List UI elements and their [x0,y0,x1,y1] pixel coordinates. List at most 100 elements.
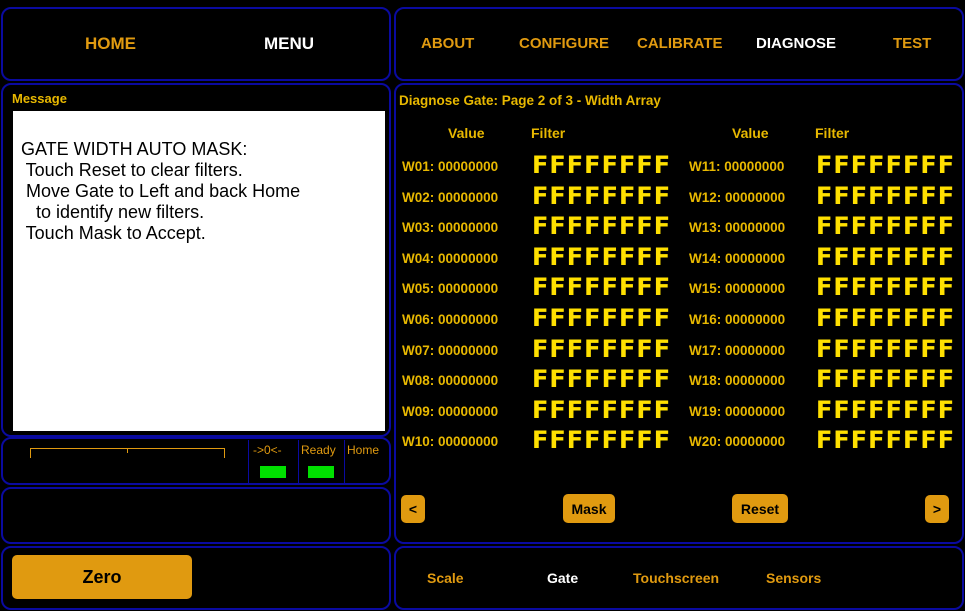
filter-value: FFFFFFFF [816,365,956,394]
width-value: W10: 00000000 [402,434,498,449]
tab-sensors[interactable]: Sensors [766,570,821,586]
width-label: W15: [689,281,722,297]
filter-value: FFFFFFFF [532,365,672,394]
width-reading: 00000000 [438,189,499,205]
tab-test[interactable]: TEST [893,35,931,52]
col-value-header: Value [732,125,769,141]
width-value: W12: 00000000 [689,190,785,205]
width-reading: 00000000 [438,434,499,450]
width-value: W13: 00000000 [689,220,785,235]
width-reading: 00000000 [725,312,786,327]
reset-button[interactable]: Reset [732,494,788,523]
width-value: W11: 00000000 [689,159,784,174]
position-scale-tick [127,448,128,453]
width-value: W04: 00000000 [402,251,498,266]
width-reading: 00000000 [438,250,499,266]
status-divider [344,440,345,484]
filter-value: FFFFFFFF [532,151,672,179]
diagnose-title: Diagnose Gate: Page 2 of 3 - Width Array [399,93,661,108]
tab-touchscreen[interactable]: Touchscreen [633,570,719,586]
filter-value: FFFFFFFF [816,304,956,332]
width-reading: 00000000 [725,189,786,205]
width-value: W05: 00000000 [402,281,498,296]
width-value: W02: 00000000 [402,190,498,205]
tab-calibrate[interactable]: CALIBRATE [637,35,723,52]
width-reading: 00000000 [725,342,786,358]
width-reading: 00000000 [438,403,499,419]
filter-value: FFFFFFFF [816,181,956,210]
tab-about[interactable]: ABOUT [421,35,474,52]
home-button[interactable]: HOME [85,34,136,54]
width-value: W01: 00000000 [402,159,498,174]
prev-page-button[interactable]: < [401,495,425,523]
filter-value: FFFFFFFF [532,304,672,332]
ready-indicator-led [308,466,334,478]
home-indicator-label: Home [347,443,380,457]
width-reading: 00000000 [438,312,499,327]
width-value: W08: 00000000 [402,373,498,388]
width-label: W09: [402,403,435,419]
width-label: W16: [689,312,722,327]
width-label: W02: [402,189,435,205]
col-filter-header: Filter [815,125,850,141]
filter-value: FFFFFFFF [532,181,672,210]
tab-gate[interactable]: Gate [547,570,578,586]
filter-value: FFFFFFFF [816,395,956,424]
mask-button[interactable]: Mask [563,494,615,523]
filter-value: FFFFFFFF [816,426,956,455]
width-value: W03: 00000000 [402,220,498,235]
zero-button[interactable]: Zero [12,555,192,599]
width-reading: 00000000 [724,159,785,174]
col-value-header: Value [448,125,485,141]
filter-value: FFFFFFFF [532,273,672,302]
width-label: W05: [402,281,435,297]
width-value: W18: 00000000 [689,373,785,388]
width-reading: 00000000 [438,220,499,236]
width-reading: 00000000 [725,434,786,450]
tab-scale[interactable]: Scale [427,570,464,586]
col-filter-header: Filter [531,125,566,141]
status-divider [298,440,299,484]
width-value: W19: 00000000 [689,404,785,419]
width-label: W07: [402,342,435,358]
blank-panel [1,487,391,544]
next-page-button[interactable]: > [925,495,949,523]
filter-value: FFFFFFFF [532,334,672,363]
width-label: W01: [402,159,435,174]
width-value: W15: 00000000 [689,281,785,296]
width-value: W06: 00000000 [402,312,498,327]
width-label: W14: [689,250,722,266]
filter-value: FFFFFFFF [816,334,956,363]
width-reading: 00000000 [725,403,786,419]
width-reading: 00000000 [438,281,499,297]
filter-value: FFFFFFFF [532,395,672,424]
filter-value: FFFFFFFF [532,212,672,241]
width-label: W18: [689,373,722,389]
message-text: GATE WIDTH AUTO MASK: Touch Reset to cle… [13,111,385,431]
zero-indicator-led [260,466,286,478]
width-label: W11: [689,159,721,174]
width-reading: 00000000 [725,250,786,266]
tab-diagnose[interactable]: DIAGNOSE [756,35,836,52]
width-label: W10: [402,434,435,450]
width-value: W20: 00000000 [689,434,785,449]
width-label: W20: [689,434,722,450]
width-label: W03: [402,220,435,236]
ready-indicator-label: Ready [301,443,336,457]
width-label: W06: [402,312,435,327]
width-label: W17: [689,342,722,358]
filter-value: FFFFFFFF [816,151,956,179]
width-reading: 00000000 [438,373,499,389]
tab-configure[interactable]: CONFIGURE [519,35,609,52]
width-label: W04: [402,250,435,266]
width-value: W07: 00000000 [402,343,498,358]
width-reading: 00000000 [725,220,786,236]
filter-value: FFFFFFFF [816,212,956,241]
menu-button[interactable]: MENU [264,34,314,54]
width-label: W08: [402,373,435,389]
width-value: W17: 00000000 [689,343,785,358]
filter-value: FFFFFFFF [816,242,956,271]
width-reading: 00000000 [438,342,499,358]
width-reading: 00000000 [725,373,786,389]
width-reading: 00000000 [725,281,786,297]
